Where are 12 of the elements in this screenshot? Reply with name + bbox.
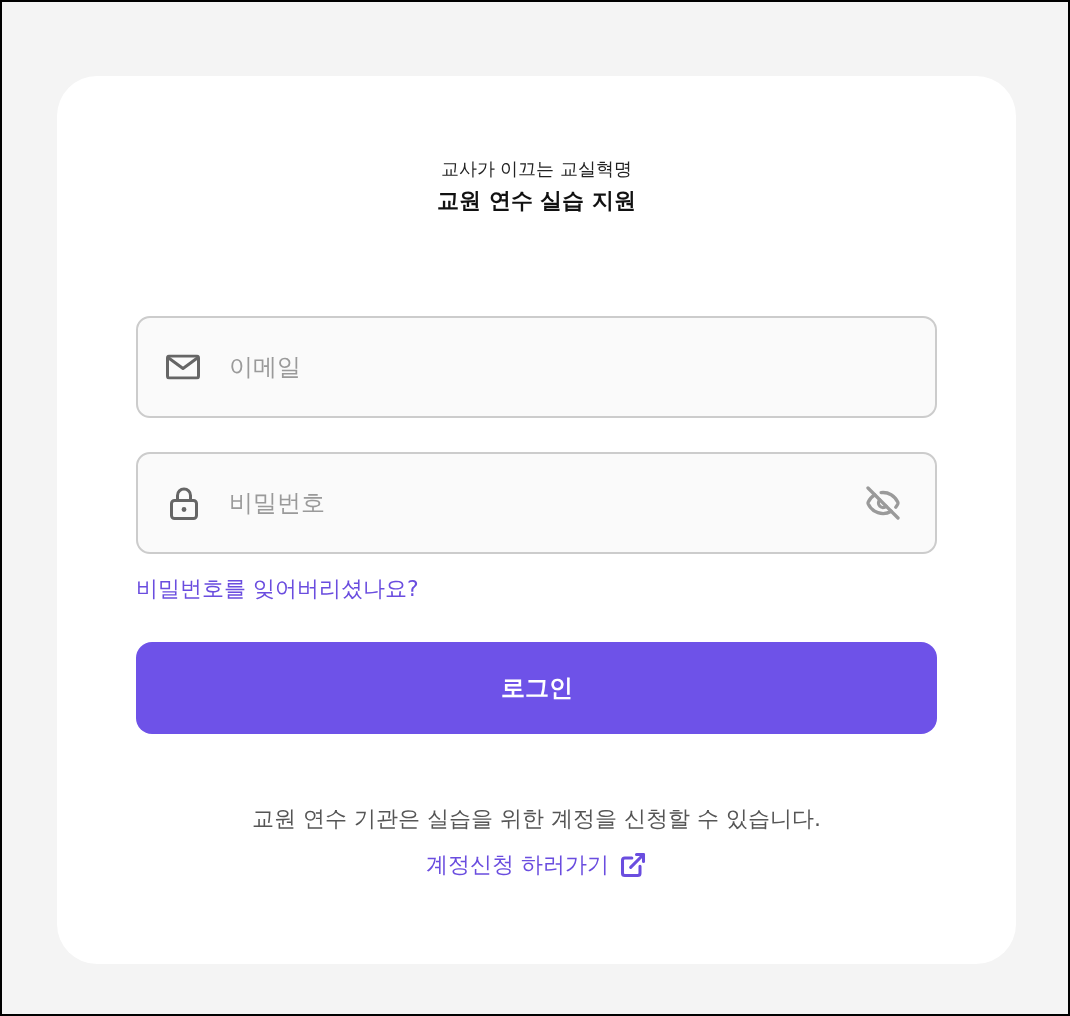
password-field[interactable]: 비밀번호 <box>136 452 937 554</box>
lock-icon <box>170 486 198 520</box>
email-field[interactable]: 이메일 <box>136 316 937 418</box>
mail-icon <box>166 354 200 380</box>
login-button[interactable]: 로그인 <box>136 642 937 734</box>
forgot-password-link[interactable]: 비밀번호를 잊어버리셨나요? <box>136 574 419 604</box>
external-link-icon <box>619 851 647 879</box>
app-subtitle: 교사가 이끄는 교실혁명 <box>440 157 633 181</box>
signup-note: 교원 연수 기관은 실습을 위한 계정을 신청할 수 있습니다. <box>252 805 821 833</box>
signup-link[interactable]: 계정신청 하러가기 <box>426 849 647 881</box>
app-title: 교원 연수 실습 지원 <box>437 187 636 215</box>
eye-off-icon[interactable] <box>865 485 901 521</box>
